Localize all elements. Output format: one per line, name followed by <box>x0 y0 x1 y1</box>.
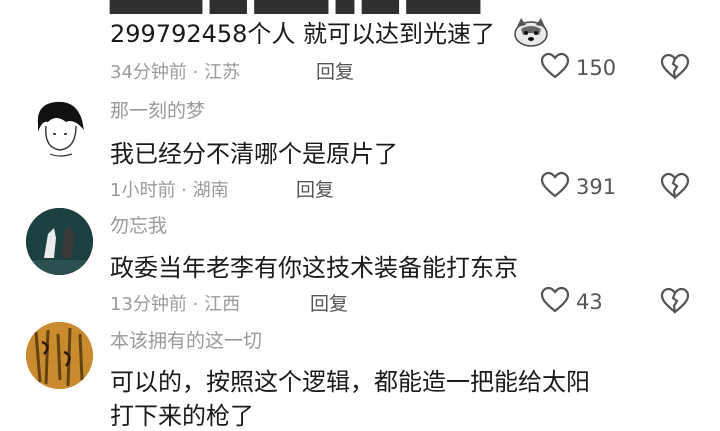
like-button[interactable]: 391 <box>540 171 616 203</box>
comment-text-line2-partial: 打下来的枪了 <box>110 402 254 430</box>
comment-text: 可以的，按照这个逻辑，都能造一把能给太阳 <box>110 368 590 396</box>
broken-heart-icon <box>660 172 690 204</box>
husky-sticker-icon <box>513 17 549 53</box>
comment-meta: 1小时前 · 湖南 <box>110 180 229 201</box>
heart-outline-icon <box>540 52 570 84</box>
reply-button[interactable]: 回复 <box>316 57 354 84</box>
dislike-button[interactable] <box>660 53 690 85</box>
dislike-button[interactable] <box>660 172 690 204</box>
comment-text: 299792458个人 就可以达到光速了 <box>110 14 549 53</box>
comment-text: 政委当年老李有你这技术装备能打东京 <box>110 254 518 282</box>
username[interactable]: 勿忘我 <box>110 211 167 238</box>
like-count: 43 <box>576 290 603 314</box>
heart-outline-icon <box>540 286 570 318</box>
username[interactable]: 那一刻的梦 <box>110 96 205 123</box>
broken-heart-icon <box>660 287 690 319</box>
like-count: 150 <box>576 56 617 80</box>
comment-text-line1-partial: █████ ██ ████ █ ██ ████ <box>110 0 481 14</box>
heart-outline-icon <box>540 171 570 203</box>
like-button[interactable]: 150 <box>540 52 616 84</box>
comment-meta: 34分钟前 · 江苏 <box>110 62 241 83</box>
comment-text: 我已经分不清哪个是原片了 <box>110 140 398 168</box>
like-button[interactable]: 43 <box>540 286 603 318</box>
avatar[interactable] <box>26 208 93 275</box>
avatar[interactable] <box>26 322 93 389</box>
reply-button[interactable]: 回复 <box>310 289 348 316</box>
broken-heart-icon <box>660 53 690 85</box>
username[interactable]: 本该拥有的这一切 <box>110 326 262 353</box>
dislike-button[interactable] <box>660 287 690 319</box>
comment-meta: 13分钟前 · 江西 <box>110 294 241 315</box>
like-count: 391 <box>576 175 617 199</box>
reply-button[interactable]: 回复 <box>296 175 334 202</box>
avatar[interactable] <box>26 96 93 163</box>
